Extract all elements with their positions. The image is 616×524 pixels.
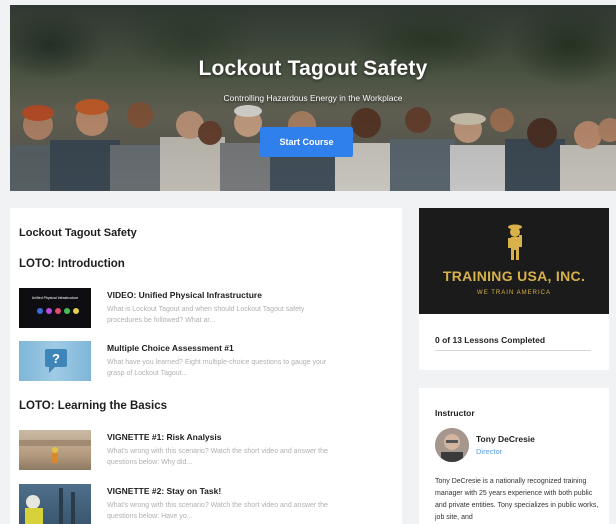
question-icon: ? xyxy=(45,349,67,373)
instructor-card: Instructor Tony DeCresie Director Tony D… xyxy=(419,388,609,524)
assessment-thumbnail[interactable]: ? xyxy=(19,341,91,381)
lesson-item-vignette-2[interactable]: VIGNETTE #2: Stay on Task! What's wrong … xyxy=(19,484,399,524)
lesson-list-panel: Lockout Tagout Safety LOTO: Introduction… xyxy=(10,208,402,524)
lesson-title[interactable]: VIGNETTE #2: Stay on Task! xyxy=(107,486,221,496)
thumbnail-dot-icon xyxy=(55,308,61,314)
lesson-description: What's wrong with this scenario? Watch t… xyxy=(107,502,328,520)
lesson-title[interactable]: VIGNETTE #1: Risk Analysis xyxy=(107,432,221,442)
hero-subtitle: Controlling Hazardous Energy in the Work… xyxy=(223,93,403,103)
lesson-title[interactable]: VIDEO: Unified Physical Infrastructure xyxy=(107,290,262,300)
instructor-avatar xyxy=(435,428,469,462)
lesson-description: What have you learned? Eight multiple-ch… xyxy=(107,359,327,377)
instructor-bio: Tony DeCresie is a nationally recognized… xyxy=(435,478,599,521)
progress-card: 0 of 13 Lessons Completed xyxy=(419,314,609,370)
lesson-title[interactable]: Multiple Choice Assessment #1 xyxy=(107,343,234,353)
thumbnail-dot-icon xyxy=(37,308,43,314)
thumbnail-dot-icon xyxy=(64,308,70,314)
brand-logo-name: TRAINING USA, INC. xyxy=(442,268,586,284)
hero-title: Lockout Tagout Safety xyxy=(198,57,428,80)
course-page: Lockout Tagout Safety Controlling Hazard… xyxy=(0,0,616,524)
course-title: Lockout Tagout Safety xyxy=(19,227,137,239)
section-title-basics: LOTO: Learning the Basics xyxy=(19,400,168,412)
vignette-thumbnail[interactable] xyxy=(19,430,91,470)
thumbnail-dot-icon xyxy=(46,308,52,314)
worker-mascot-icon xyxy=(508,224,522,260)
lesson-item-vignette-1[interactable]: VIGNETTE #1: Risk Analysis What's wrong … xyxy=(19,430,399,474)
hero-banner: Lockout Tagout Safety Controlling Hazard… xyxy=(10,5,616,191)
instructor-heading: Instructor xyxy=(435,408,475,418)
instructor-role[interactable]: Director xyxy=(476,447,502,456)
progress-bar xyxy=(435,350,591,351)
worker-icon xyxy=(25,488,75,524)
section-title-introduction: LOTO: Introduction xyxy=(19,258,125,270)
brand-logo-tagline: WE TRAIN AMERICA xyxy=(477,290,551,296)
worker-icon xyxy=(19,440,91,463)
lesson-item-assessment-1[interactable]: ? Multiple Choice Assessment #1 What hav… xyxy=(19,341,399,385)
svg-text:?: ? xyxy=(52,351,60,366)
lesson-item-video-upi[interactable]: Unified Physical Infrastructure VIDEO: U… xyxy=(19,288,399,332)
brand-logo-card: TRAINING USA, INC. WE TRAIN AMERICA xyxy=(419,208,609,314)
progress-text: 0 of 13 Lessons Completed xyxy=(435,335,546,345)
lesson-description: What is Lockout Tagout and when should L… xyxy=(107,306,305,324)
lesson-description: What's wrong with this scenario? Watch t… xyxy=(107,448,328,466)
video-thumbnail[interactable]: Unified Physical Infrastructure xyxy=(19,288,91,328)
thumbnail-caption: Unified Physical Infrastructure xyxy=(31,296,79,300)
instructor-name: Tony DeCresie xyxy=(476,434,535,444)
vignette-thumbnail[interactable] xyxy=(19,484,91,524)
start-course-button[interactable]: Start Course xyxy=(260,127,353,157)
thumbnail-dot-icon xyxy=(73,308,79,314)
